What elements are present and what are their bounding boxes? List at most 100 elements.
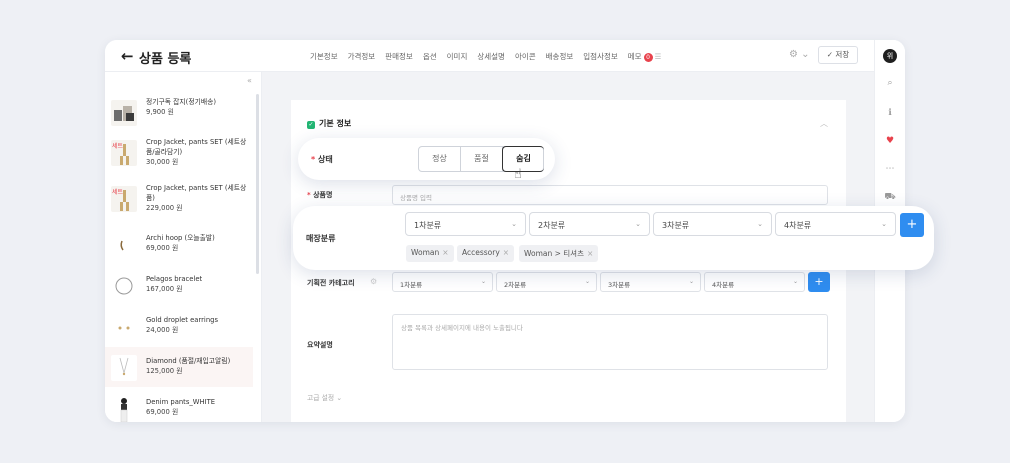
- tab-icons[interactable]: 아이콘: [515, 51, 536, 62]
- menu-icon[interactable]: ☰: [655, 52, 662, 61]
- product-thumbnail: 세트: [111, 140, 137, 166]
- list-item[interactable]: Archi hoop (오늘출발) 69,000 원: [105, 224, 253, 264]
- product-thumbnail: [111, 396, 137, 422]
- chevron-down-icon: ⌄: [480, 278, 486, 285]
- scrollbar[interactable]: [256, 94, 259, 274]
- tab-images[interactable]: 이미지: [447, 51, 468, 62]
- plan-select-3-value: 3차분류: [608, 281, 631, 289]
- chevron-down-icon: ⌄: [792, 278, 798, 285]
- product-price: 69,000 원: [146, 408, 179, 416]
- close-icon[interactable]: ×: [442, 248, 448, 257]
- heart-icon[interactable]: ♥: [882, 136, 898, 146]
- name-label-text: 상품명: [313, 191, 333, 199]
- close-icon[interactable]: ×: [587, 249, 593, 258]
- product-thumbnail: 세트: [111, 186, 137, 212]
- tab-memo-label: 메모: [627, 52, 642, 61]
- store-select-3-value: 3차분류: [662, 221, 690, 230]
- save-button[interactable]: ✓ 저장: [818, 46, 858, 64]
- product-name-input[interactable]: 상품명 입력: [392, 185, 828, 205]
- plan-select-4-value: 4차분류: [712, 281, 735, 289]
- store-select-3[interactable]: 3차분류 ⌄: [653, 212, 772, 236]
- back-arrow-icon[interactable]: ←: [121, 47, 134, 65]
- chevron-down-icon: ⌄: [511, 220, 517, 228]
- store-select-1[interactable]: 1차분류 ⌄: [405, 212, 526, 236]
- summary-textarea[interactable]: 상품 목록과 상세페이지에 내용이 노출됩니다: [392, 314, 828, 370]
- plan-select-2-value: 2차분류: [504, 281, 527, 289]
- status-option-soldout[interactable]: 품절: [461, 147, 503, 171]
- product-name: 정기구독 잡지(정기배송): [146, 98, 216, 106]
- tab-price-info[interactable]: 가격정보: [348, 51, 376, 62]
- add-store-category-button[interactable]: +: [900, 213, 924, 237]
- status-option-hidden[interactable]: 숨김: [502, 146, 544, 172]
- status-option-normal[interactable]: 정상: [419, 147, 461, 171]
- plan-select-1[interactable]: 1차분류 ⌄: [392, 272, 493, 292]
- list-item[interactable]: Diamond (품절/재입고알림) 125,000 원: [105, 347, 253, 387]
- list-item[interactable]: Pelagos bracelet 167,000 원: [105, 265, 253, 305]
- store-select-4[interactable]: 4차분류 ⌄: [775, 212, 896, 236]
- store-select-2-value: 2차분류: [538, 221, 566, 230]
- product-name: Pelagos bracelet: [146, 275, 203, 283]
- store-select-1-value: 1차분류: [414, 221, 442, 230]
- chevron-down-icon: ⌄: [881, 220, 887, 228]
- chevron-down-icon: ⌄: [635, 220, 641, 228]
- store-select-2[interactable]: 2차분류 ⌄: [529, 212, 650, 236]
- tab-basic-info[interactable]: 기본정보: [310, 51, 338, 62]
- more-icon[interactable]: ⋯: [882, 164, 898, 174]
- list-item[interactable]: 세트 Crop Jacket, pants SET (세트상품) 229,000 …: [105, 178, 253, 222]
- plan-select-2[interactable]: 2차분류 ⌄: [496, 272, 597, 292]
- chevron-down-icon: ⌄: [584, 278, 590, 285]
- product-price: 9,900 원: [146, 108, 174, 116]
- info-icon[interactable]: ℹ: [882, 108, 898, 118]
- summary-label: 요약설명: [307, 341, 333, 349]
- plan-select-4[interactable]: 4차분류 ⌄: [704, 272, 805, 292]
- collapse-icon[interactable]: «: [247, 76, 252, 85]
- list-item[interactable]: 세트 Crop Jacket, pants SET (세트상품/골라담기) 30,…: [105, 132, 253, 176]
- store-select-4-value: 4차분류: [784, 221, 812, 230]
- product-thumbnail: [111, 355, 137, 381]
- name-label: * 상품명: [307, 191, 333, 199]
- header: ← 상품 등록 기본정보 가격정보 판매정보 옵션 이미지 상세설명 아이콘 배…: [105, 40, 905, 72]
- product-price: 167,000 원: [146, 285, 183, 293]
- svg-text:세트: 세트: [112, 142, 124, 150]
- add-plan-category-button[interactable]: +: [808, 272, 830, 292]
- status-segmented-control: 정상 품절 숨김: [418, 146, 544, 172]
- gear-icon[interactable]: ⚙ ⌄: [789, 49, 810, 60]
- section-title: ✓ 기본 정보: [307, 118, 351, 129]
- product-thumbnail: [111, 232, 137, 258]
- product-name: Denim pants_WHITE: [146, 398, 216, 406]
- list-item[interactable]: 정기구독 잡지(정기배송) 9,900 원: [105, 92, 253, 132]
- chevron-down-icon: ⌄: [757, 220, 763, 228]
- product-name: Gold droplet earrings: [146, 316, 218, 324]
- tab-memo[interactable]: 메모 0 ☰: [627, 51, 662, 62]
- tab-sales-info[interactable]: 판매정보: [385, 51, 413, 62]
- search-icon[interactable]: ⌕: [882, 78, 898, 88]
- cart-icon[interactable]: ⛟: [882, 192, 898, 203]
- list-item[interactable]: Denim pants_WHITE 69,000 원: [105, 388, 253, 422]
- plan-select-1-value: 1차분류: [400, 281, 423, 289]
- page-title: 상품 등록: [139, 52, 192, 67]
- tab-shipping[interactable]: 배송정보: [546, 51, 574, 62]
- chevron-down-icon: ⌄: [688, 278, 694, 285]
- product-price: 125,000 원: [146, 367, 183, 375]
- product-thumbnail: [111, 273, 137, 299]
- svg-text:세트: 세트: [112, 188, 124, 196]
- chevron-up-icon[interactable]: ︿: [820, 118, 828, 129]
- category-chip: Accessory ×: [457, 245, 515, 262]
- category-chip: Woman ×: [406, 245, 454, 262]
- tab-options[interactable]: 옵션: [423, 51, 437, 62]
- list-item[interactable]: Gold droplet earrings 24,000 원: [105, 306, 253, 346]
- gear-icon[interactable]: ⚙: [370, 277, 377, 286]
- avatar[interactable]: 위: [883, 49, 897, 63]
- close-icon[interactable]: ×: [503, 248, 509, 257]
- product-price: 24,000 원: [146, 326, 179, 334]
- plan-select-3[interactable]: 3차분류 ⌄: [600, 272, 701, 292]
- chip-label: Woman > 티셔츠: [524, 249, 584, 258]
- tab-description[interactable]: 상세설명: [477, 51, 505, 62]
- status-label-text: 상태: [317, 155, 333, 164]
- advanced-settings-toggle[interactable]: 고급 설정 ⌄: [307, 392, 342, 402]
- memo-count-badge: 0: [643, 52, 653, 62]
- product-price: 69,000 원: [146, 244, 179, 252]
- tab-vendor[interactable]: 입점사정보: [583, 51, 618, 62]
- product-price: 30,000 원: [146, 158, 179, 166]
- hand-cursor-icon: ☝: [514, 167, 522, 182]
